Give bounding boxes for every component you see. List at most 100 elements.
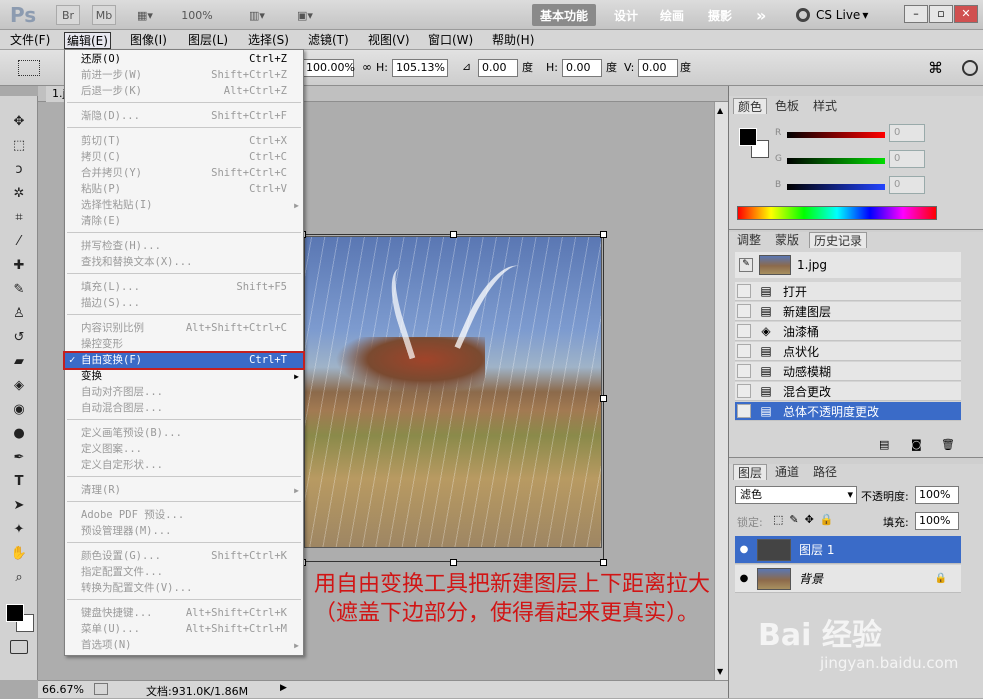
layer-row[interactable]: ● 图层 1 [735, 536, 961, 564]
lasso-tool-icon[interactable]: ↄ [8, 160, 30, 178]
menu-image[interactable]: 图像(I) [128, 32, 169, 49]
menu-item-find-replace[interactable]: 查找和替换文本(X)... [65, 255, 303, 270]
tab-color[interactable]: 颜色 [733, 98, 768, 114]
menu-item-copy-merged[interactable]: 合并拷贝(Y) Shift+Ctrl+C [65, 166, 303, 181]
pen-tool-icon[interactable]: ✒ [8, 448, 30, 466]
menu-item-step-forward[interactable]: 前进一步(W) Shift+Ctrl+Z [65, 68, 303, 83]
brush-tool-icon[interactable]: ✎ [8, 280, 30, 298]
menu-window[interactable]: 窗口(W) [426, 32, 475, 49]
status-info-icon[interactable] [94, 683, 108, 695]
arrange-documents-button[interactable]: ▥▾ [240, 5, 274, 25]
zoom-level-dropdown[interactable]: 100% [172, 5, 222, 25]
eyedropper-tool-icon[interactable]: ⁄ [8, 232, 30, 250]
hand-tool-icon[interactable]: ✋ [8, 544, 30, 562]
screen-mode-button[interactable]: ▣▾ [288, 5, 322, 25]
r-value[interactable]: 0 [889, 124, 925, 142]
menu-item-stroke[interactable]: 描边(S)... [65, 296, 303, 311]
marquee-tool-icon[interactable]: ⬚ [8, 136, 30, 154]
cancel-transform-icon[interactable] [962, 60, 978, 76]
crop-tool-icon[interactable]: ⌗ [8, 208, 30, 226]
menu-item-auto-align[interactable]: 自动对齐图层... [65, 385, 303, 400]
scroll-up-icon[interactable]: ▲ [717, 106, 723, 115]
clone-stamp-tool-icon[interactable]: ♙ [8, 304, 30, 322]
workspace-photography[interactable]: 摄影 [700, 4, 740, 26]
type-tool-icon[interactable]: T [8, 472, 30, 490]
opacity-field[interactable]: 100% [915, 486, 959, 504]
menu-item-define-brush[interactable]: 定义画笔预设(B)... [65, 426, 303, 441]
tab-layers[interactable]: 图层 [733, 464, 768, 480]
history-new-doc-icon[interactable]: ▤ [879, 438, 889, 451]
menu-select[interactable]: 选择(S) [246, 32, 291, 49]
status-menu-arrow-icon[interactable]: ▶ [280, 683, 287, 693]
eye-icon[interactable]: ● [735, 544, 753, 555]
eye-icon[interactable]: ● [735, 573, 753, 584]
transform-handle-br[interactable] [600, 559, 607, 566]
transform-handle-tr[interactable] [600, 231, 607, 238]
eraser-tool-icon[interactable]: ▰ [8, 352, 30, 370]
move-tool-icon[interactable]: ✥ [8, 112, 30, 130]
width-scale-field[interactable]: 100.00% [302, 59, 355, 77]
color-ramp[interactable] [737, 206, 937, 220]
history-brush-tool-icon[interactable]: ↺ [8, 328, 30, 346]
rotate-field[interactable]: 0.00 [478, 59, 518, 77]
history-snapshot-icon[interactable]: ◙ [911, 438, 922, 451]
history-state[interactable]: ▤ 点状化 [735, 342, 961, 361]
menu-item-clear[interactable]: 清除(E) [65, 214, 303, 229]
menu-item-fill[interactable]: 填充(L)... Shift+F5 [65, 280, 303, 295]
vskew-field[interactable]: 0.00 [638, 59, 678, 77]
menu-item-spell-check[interactable]: 拼写检查(H)... [65, 239, 303, 254]
menu-item-step-backward[interactable]: 后退一步(K) Alt+Ctrl+Z [65, 84, 303, 99]
menu-item-free-transform[interactable]: ✓ 自由变换(F) Ctrl+T [63, 351, 305, 370]
close-button[interactable]: ✕ [954, 5, 978, 23]
fg-swatch[interactable] [739, 128, 757, 146]
menu-item-auto-blend[interactable]: 自动混合图层... [65, 401, 303, 416]
menu-item-define-pattern[interactable]: 定义图案... [65, 442, 303, 457]
menu-item-content-aware-scale[interactable]: 内容识别比例 Alt+Shift+Ctrl+C [65, 321, 303, 336]
quick-mask-icon[interactable] [10, 640, 28, 654]
menu-item-copy[interactable]: 拷贝(C) Ctrl+C [65, 150, 303, 165]
menu-item-paste-special[interactable]: 选择性粘贴(I) ▶ [65, 198, 303, 213]
scroll-down-icon[interactable]: ▼ [717, 667, 723, 676]
menu-item-define-shape[interactable]: 定义自定形状... [65, 458, 303, 473]
path-select-tool-icon[interactable]: ➤ [8, 496, 30, 514]
tab-paths[interactable]: 路径 [809, 464, 841, 480]
menu-item-fade[interactable]: 渐隐(D)... Shift+Ctrl+F [65, 109, 303, 124]
transform-handle-tc[interactable] [450, 231, 457, 238]
warp-mode-icon[interactable]: ⌘ [928, 59, 943, 77]
history-state[interactable]: ◈ 油漆桶 [735, 322, 961, 341]
transform-reference-icon[interactable] [18, 60, 40, 76]
g-value[interactable]: 0 [889, 150, 925, 168]
image-canvas[interactable] [304, 236, 602, 548]
tab-adjustments[interactable]: 调整 [733, 232, 765, 248]
tab-history[interactable]: 历史记录 [809, 232, 868, 248]
menu-item-assign-profile[interactable]: 指定配置文件... [65, 565, 303, 580]
menu-help[interactable]: 帮助(H) [490, 32, 536, 49]
dodge-tool-icon[interactable]: ● [8, 424, 30, 442]
menu-item-preferences[interactable]: 首选项(N) ▶ [65, 638, 303, 653]
tab-styles[interactable]: 样式 [809, 98, 841, 114]
workspace-essentials[interactable]: 基本功能 [532, 4, 597, 26]
history-state-current[interactable]: ▤ 总体不透明度更改 [735, 402, 961, 421]
menu-edit[interactable]: 编辑(E) [64, 32, 111, 49]
menu-item-purge[interactable]: 清理(R) ▶ [65, 483, 303, 498]
menu-item-menus[interactable]: 菜单(U)... Alt+Shift+Ctrl+M [65, 622, 303, 637]
bridge-button[interactable]: Br [56, 5, 80, 25]
hskew-field[interactable]: 0.00 [562, 59, 602, 77]
more-workspaces-icon[interactable]: » [748, 4, 774, 26]
shape-tool-icon[interactable]: ✦ [8, 520, 30, 538]
zoom-readout[interactable]: 66.67% [42, 683, 84, 696]
history-state[interactable]: ▤ 新建图层 [735, 302, 961, 321]
view-extras-button[interactable]: ▦▾ [128, 5, 162, 25]
menu-item-preset-manager[interactable]: 预设管理器(M)... [65, 524, 303, 539]
workspace-design[interactable]: 设计 [606, 4, 646, 26]
foreground-color-swatch[interactable] [6, 604, 24, 622]
maximize-button[interactable]: ▫ [929, 5, 953, 23]
b-value[interactable]: 0 [889, 176, 925, 194]
layer-row[interactable]: ● 背景 🔒 [735, 565, 961, 593]
minimize-button[interactable]: – [904, 5, 928, 23]
menu-item-pdf-presets[interactable]: Adobe PDF 预设... [65, 508, 303, 523]
history-state[interactable]: ▤ 打开 [735, 282, 961, 301]
zoom-tool-icon[interactable]: ⌕ [8, 568, 30, 586]
workspace-painting[interactable]: 绘画 [652, 4, 692, 26]
link-icon[interactable]: ∞ [362, 60, 372, 74]
